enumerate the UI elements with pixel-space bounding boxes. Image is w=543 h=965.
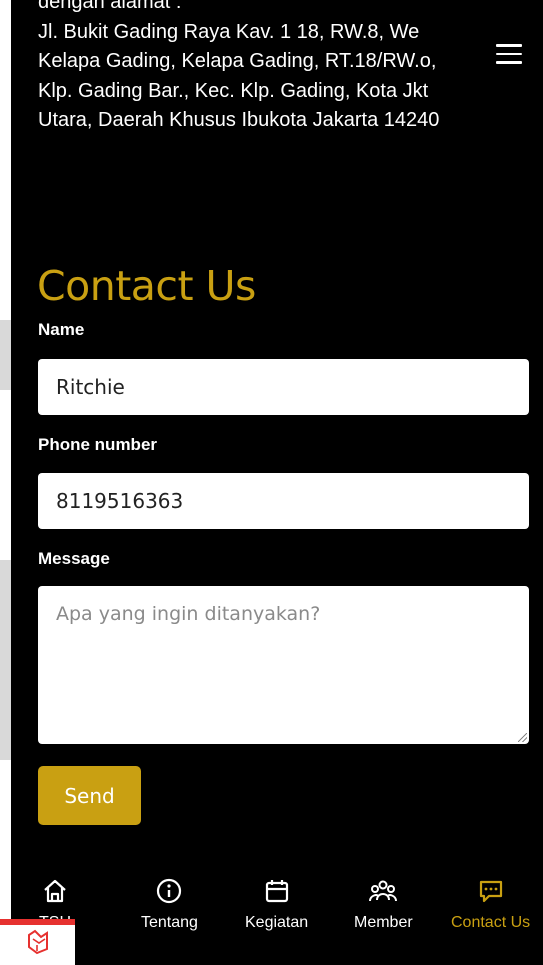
hamburger-icon[interactable] [496,44,522,64]
tab-tentang[interactable]: Tentang [141,860,198,932]
name-field[interactable]: Ritchie [38,359,529,415]
tab-label: Member [354,914,413,931]
home-icon [44,879,66,903]
resize-handle-icon[interactable] [518,733,527,742]
corner-logo [0,919,75,965]
address-line: Kelapa Gading, Kelapa Gading, RT.18/RW.o… [38,50,437,72]
tab-label: Contact Us [451,914,531,931]
message-placeholder: Apa yang ingin ditanyakan? [56,603,321,625]
watermark-shape [0,320,11,390]
contact-title: Contact Us [37,262,256,310]
app-screen: dengan alamat : Jl. Bukit Gading Raya Ka… [11,0,543,965]
bottom-tab-bar: TSH Tentang Kegiatan Member [11,860,543,965]
watermark-shape [0,560,11,760]
name-label: Name [38,320,85,339]
phone-field[interactable]: 8119516363 [38,473,529,529]
users-icon [369,880,398,902]
logo-icon [27,929,48,955]
info-icon [157,878,182,904]
address-line: Utara, Daerah Khusus Ibukota Jakarta 142… [38,109,440,131]
send-button[interactable]: Send [38,766,141,825]
address-line: dengan alamat : [38,0,182,13]
address-text: dengan alamat : Jl. Bukit Gading Raya Ka… [38,0,533,136]
tab-label: Kegiatan [245,914,309,931]
calendar-icon [265,880,288,903]
tab-contact-us[interactable]: Contact Us [451,860,530,932]
chat-icon [479,880,502,903]
address-line: Klp. Gading Bar., Kec. Klp. Gading, Kota… [38,79,429,102]
message-field[interactable]: Apa yang ingin ditanyakan? [38,586,529,744]
phone-label: Phone number [38,435,158,454]
tab-member[interactable]: Member [354,860,413,932]
corner-logo-stripe [0,919,75,925]
tab-label: Tentang [141,914,198,931]
tab-kegiatan[interactable]: Kegiatan [245,860,308,932]
message-label: Message [38,549,110,568]
address-line: Jl. Bukit Gading Raya Kav. 1 18, RW.8, W… [38,20,420,43]
